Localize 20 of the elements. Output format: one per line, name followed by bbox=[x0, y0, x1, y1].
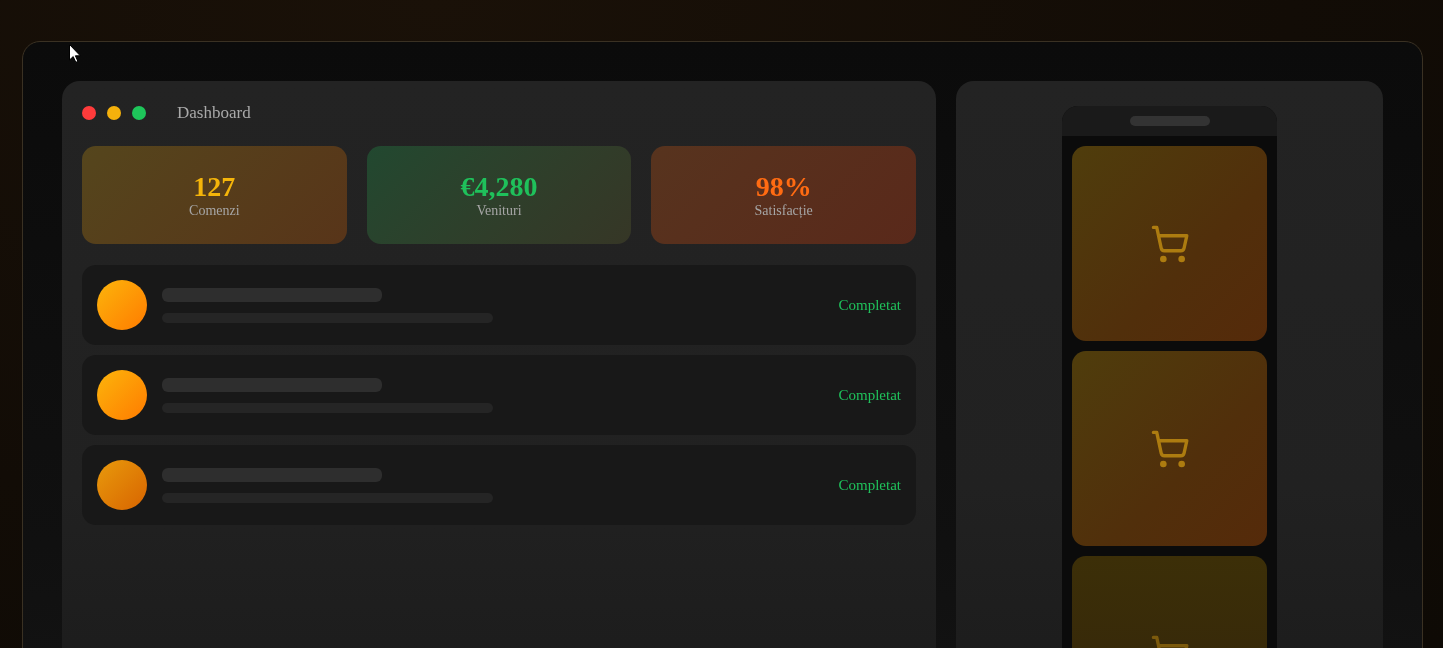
window-title: Dashboard bbox=[177, 103, 251, 123]
status-label: Completat bbox=[838, 296, 901, 314]
notch-icon bbox=[1129, 116, 1210, 126]
stat-value: 98% bbox=[755, 172, 812, 202]
cart-icon bbox=[1149, 428, 1190, 469]
stat-label: Satisfacție bbox=[754, 202, 813, 220]
minimize-icon[interactable] bbox=[107, 106, 121, 120]
cursor-icon bbox=[69, 44, 81, 63]
stat-value: €4,280 bbox=[460, 172, 538, 202]
status-label: Completat bbox=[838, 476, 901, 494]
stat-value: 127 bbox=[193, 172, 236, 202]
close-icon[interactable] bbox=[82, 106, 96, 120]
maximize-icon[interactable] bbox=[132, 106, 146, 120]
avatar-icon bbox=[97, 280, 147, 330]
stat-label: Venituri bbox=[476, 202, 522, 220]
avatar-icon bbox=[97, 460, 147, 510]
stat-label: Comenzi bbox=[189, 202, 240, 220]
avatar-icon bbox=[97, 370, 147, 420]
status-label: Completat bbox=[838, 386, 901, 404]
cart-icon bbox=[1149, 223, 1190, 264]
